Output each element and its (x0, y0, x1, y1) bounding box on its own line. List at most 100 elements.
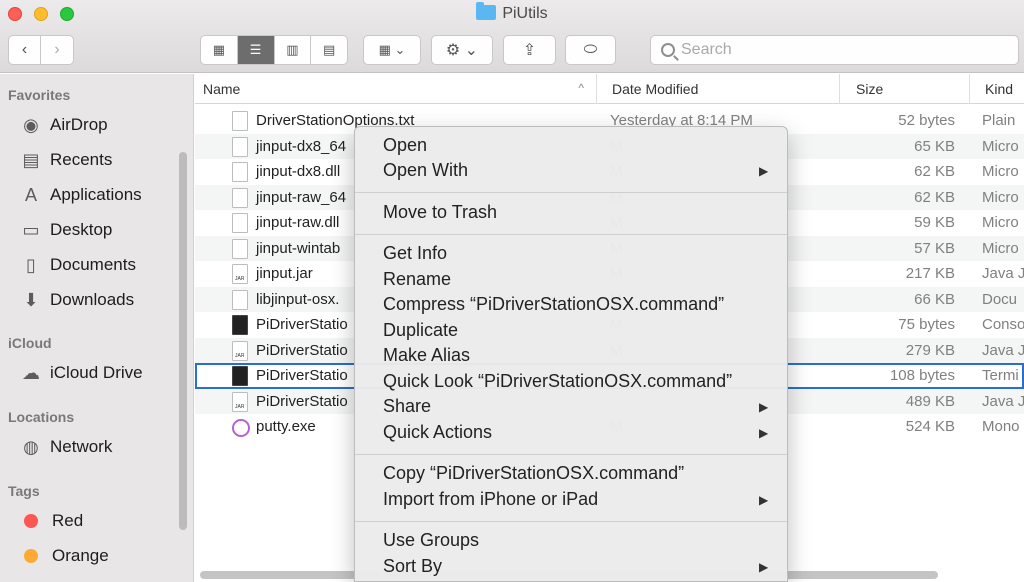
submenu-arrow-icon: ▶ (759, 493, 769, 507)
submenu-arrow-icon: ▶ (759, 426, 769, 440)
menu-item-rename[interactable]: Rename (383, 269, 451, 290)
sort-ascending-icon: ^ (578, 81, 584, 95)
file-kind: Micro (982, 188, 1019, 206)
menu-item-duplicate[interactable]: Duplicate (383, 320, 458, 341)
file-name: putty.exe (256, 418, 316, 435)
group-by-button[interactable]: ▦ ⌄ (363, 35, 421, 65)
folder-icon (476, 2, 497, 20)
icon-view-button[interactable]: ▦ (201, 36, 238, 64)
sidebar-item-icloud-drive[interactable]: ☁ iCloud Drive (20, 359, 143, 387)
sidebar-item-network[interactable]: ◍ Network (20, 433, 112, 461)
file-name: PiDriverStatio (256, 316, 348, 333)
sidebar-item-downloads[interactable]: ⬇ Downloads (20, 286, 134, 314)
document-icon (232, 187, 248, 208)
column-header-kind[interactable]: Kind (977, 74, 1024, 104)
file-kind: Java J (982, 341, 1024, 359)
menu-separator (355, 234, 787, 235)
exe-file-icon (232, 417, 250, 437)
file-name: libjinput-osx. (256, 290, 340, 308)
share-button[interactable]: ⇪ (503, 35, 556, 65)
sidebar-item-applications[interactable]: A Applications (20, 181, 142, 209)
menu-item-sort-by[interactable]: Sort By (383, 556, 442, 577)
menu-item-share[interactable]: Share (383, 396, 431, 417)
file-size: 57 KB (914, 239, 955, 257)
file-kind: Docu (982, 290, 1018, 308)
orange-tag-icon (24, 549, 38, 563)
sidebar-item-tag-orange[interactable]: Orange (20, 542, 109, 570)
menu-separator (355, 192, 787, 193)
file-size: 65 KB (914, 137, 955, 155)
airdrop-icon: ◉ (23, 114, 39, 135)
column-header-name[interactable]: Name ^ (195, 74, 597, 104)
list-view-button[interactable]: ☰ (237, 36, 275, 64)
file-size: 52 bytes (898, 112, 955, 129)
file-name: jinput-raw.dll (256, 214, 340, 231)
action-menu-button[interactable]: ⚙ ⌄ (431, 35, 493, 65)
context-menu: Open Open With ▶ Move to Trash Get Info … (354, 126, 788, 582)
sidebar-item-tag-red[interactable]: Red (20, 507, 83, 535)
column-header-size[interactable]: Size (848, 74, 970, 104)
file-size: 217 KB (905, 265, 955, 282)
file-name: jinput-dx8.dll (256, 163, 341, 180)
document-icon (232, 111, 248, 131)
menu-item-use-groups[interactable]: Use Groups (383, 530, 479, 551)
sidebar-item-desktop[interactable]: ▭ Desktop (20, 216, 112, 244)
menu-item-get-info[interactable]: Get Info (383, 243, 447, 264)
file-kind: Micro (982, 137, 1019, 155)
jar-file-icon (232, 391, 248, 412)
file-name: jinput-raw_64 (256, 188, 347, 206)
sidebar-header-icloud: iCloud (8, 335, 52, 351)
menu-item-move-to-trash[interactable]: Move to Trash (383, 202, 497, 223)
forward-button[interactable]: › (40, 35, 74, 65)
file-kind: Conso (982, 316, 1024, 333)
sidebar-header-tags: Tags (8, 483, 40, 499)
search-input[interactable] (681, 41, 1001, 59)
menu-item-copy[interactable]: Copy “PiDriverStationOSX.command” (383, 463, 684, 484)
file-name: PiDriverStatio (256, 341, 348, 359)
network-icon: ◍ (23, 436, 39, 457)
menu-separator (355, 521, 787, 522)
submenu-arrow-icon: ▶ (759, 400, 769, 414)
downloads-icon: ⬇ (23, 289, 39, 310)
menu-item-quick-actions[interactable]: Quick Actions (383, 422, 492, 443)
menu-item-import-from-iphone[interactable]: Import from iPhone or iPad (383, 489, 598, 510)
file-name: PiDriverStatio (256, 392, 348, 410)
file-size: 489 KB (905, 392, 955, 410)
sidebar-item-airdrop[interactable]: ◉ AirDrop (20, 111, 107, 139)
sidebar-item-documents[interactable]: ▯ Documents (20, 251, 136, 279)
file-kind: Termi (982, 367, 1019, 384)
menu-item-compress[interactable]: Compress “PiDriverStationOSX.command” (383, 294, 724, 315)
file-name: jinput-wintab (256, 239, 341, 257)
gallery-view-button[interactable]: ▤ (311, 36, 347, 64)
jar-file-icon (232, 340, 248, 361)
file-kind: Micro (982, 239, 1019, 257)
file-name: PiDriverStatio (256, 367, 348, 384)
red-tag-icon (24, 514, 38, 528)
file-size: 62 KB (914, 188, 955, 206)
menu-item-make-alias[interactable]: Make Alias (383, 345, 470, 366)
sidebar-header-favorites: Favorites (8, 87, 71, 103)
back-button[interactable]: ‹ (8, 35, 41, 65)
submenu-arrow-icon: ▶ (759, 164, 769, 178)
group-icon: ▦ ⌄ (378, 42, 406, 57)
sidebar-scrollbar[interactable] (179, 152, 187, 530)
search-field[interactable] (650, 35, 1019, 65)
menu-item-quick-look[interactable]: Quick Look “PiDriverStationOSX.command” (383, 371, 732, 392)
file-size: 66 KB (914, 290, 955, 308)
column-header-date-modified[interactable]: Date Modified (604, 74, 840, 104)
menu-item-open-with[interactable]: Open With (383, 160, 468, 181)
document-icon (232, 238, 248, 259)
document-icon (232, 289, 248, 310)
submenu-arrow-icon: ▶ (759, 560, 769, 574)
sidebar-item-recents[interactable]: ▤ Recents (20, 146, 112, 174)
file-size: 524 KB (905, 418, 955, 435)
edit-tags-button[interactable]: ⬭ (565, 35, 616, 65)
tag-icon: ⬭ (583, 41, 598, 58)
menu-item-open[interactable]: Open (383, 135, 427, 156)
column-view-button[interactable]: ▥ (275, 36, 312, 64)
document-icon (232, 213, 248, 233)
sidebar-header-locations: Locations (8, 409, 75, 425)
jar-file-icon (232, 264, 248, 284)
terminal-file-icon (232, 366, 248, 386)
file-size: 279 KB (905, 341, 955, 359)
